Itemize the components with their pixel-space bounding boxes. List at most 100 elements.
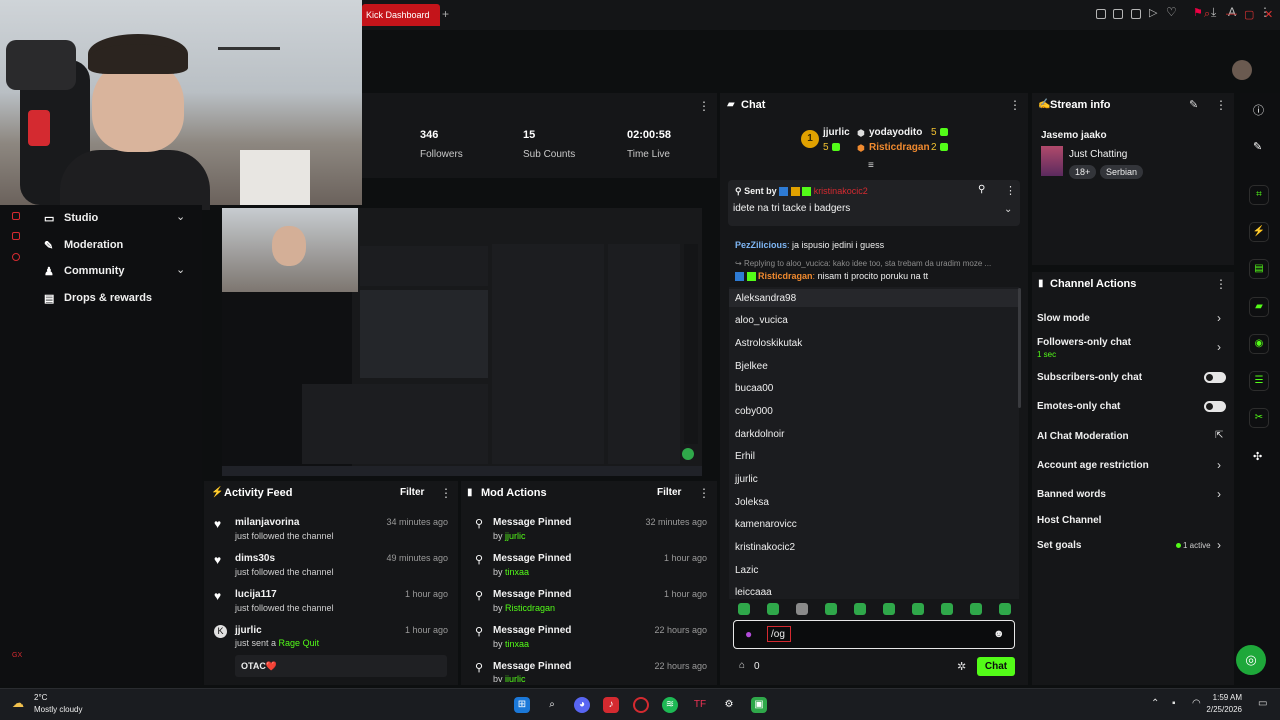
mod-username[interactable]: Risticdragan bbox=[505, 603, 555, 613]
chevron-down-icon[interactable]: ⌄ bbox=[176, 210, 185, 223]
chat-username[interactable]: Risticdragan bbox=[758, 271, 813, 281]
action-host-channel[interactable]: Host Channel bbox=[1037, 515, 1101, 526]
weather-icon[interactable]: ☁ bbox=[12, 696, 24, 710]
scrollbar[interactable] bbox=[1018, 288, 1021, 408]
rail-broadcast-icon[interactable]: ◉ bbox=[1249, 334, 1269, 354]
pencil-icon[interactable]: ✎ bbox=[1253, 140, 1262, 153]
chevron-right-icon[interactable]: › bbox=[1217, 487, 1221, 501]
feed-username[interactable]: jjurlic bbox=[235, 625, 262, 636]
more-icon[interactable]: ⋮ bbox=[698, 99, 710, 113]
rail-bolt-icon[interactable]: ⚡ bbox=[1249, 222, 1269, 242]
expand-icon[interactable]: ≡ bbox=[868, 160, 874, 171]
gear-icon[interactable]: ✲ bbox=[957, 660, 966, 673]
emote-icon[interactable] bbox=[796, 603, 808, 615]
unpin-icon[interactable]: ⚲ bbox=[978, 184, 985, 195]
notification-icon[interactable]: ▭ bbox=[1258, 698, 1267, 709]
info-icon[interactable]: ⓘ bbox=[1253, 102, 1264, 118]
more-icon[interactable]: ⋮ bbox=[1005, 184, 1016, 197]
more-icon[interactable]: ⋮ bbox=[1215, 98, 1227, 112]
extension-icon[interactable] bbox=[1131, 9, 1141, 19]
play-icon[interactable]: ▷ bbox=[1149, 6, 1157, 19]
more-icon[interactable]: ⋮ bbox=[440, 486, 452, 500]
rail-capture-icon[interactable]: ⌗ bbox=[1249, 185, 1269, 205]
discord-icon[interactable]: ◕ bbox=[574, 697, 590, 713]
pinned-sender[interactable]: kristinakocic2 bbox=[814, 186, 868, 196]
feed-username[interactable]: lucija117 bbox=[235, 589, 277, 600]
support-button[interactable]: ◎ bbox=[1236, 645, 1266, 675]
action-banned-words[interactable]: Banned words bbox=[1037, 489, 1106, 500]
mention-item[interactable]: Aleksandra98 bbox=[735, 293, 796, 304]
feed-username[interactable]: dims30s bbox=[235, 553, 275, 564]
app-icon[interactable]: TF bbox=[692, 697, 708, 713]
emote-icon[interactable] bbox=[854, 603, 866, 615]
leaderboard-user[interactable]: Risticdragan bbox=[869, 142, 930, 153]
steam-icon[interactable]: ⚙ bbox=[721, 697, 737, 713]
activity-filter-button[interactable]: Filter bbox=[400, 487, 424, 498]
stream-tag[interactable]: Serbian bbox=[1100, 165, 1144, 179]
minimize-icon[interactable]: — bbox=[1226, 8, 1237, 20]
emote-icon[interactable] bbox=[970, 603, 982, 615]
mod-username[interactable]: jjurlic bbox=[505, 674, 526, 682]
stream-category[interactable]: Just Chatting bbox=[1069, 149, 1127, 160]
mod-username[interactable]: jjurlic bbox=[505, 531, 526, 541]
subscribers-only-toggle[interactable] bbox=[1204, 372, 1226, 383]
tray-icon[interactable]: ▪ bbox=[1172, 698, 1176, 709]
chevron-right-icon[interactable]: › bbox=[1217, 458, 1221, 472]
mention-item[interactable]: Joleksa bbox=[735, 497, 769, 508]
emote-icon[interactable] bbox=[738, 603, 750, 615]
extension-icon[interactable] bbox=[1096, 9, 1106, 19]
category-thumbnail[interactable] bbox=[1041, 146, 1063, 176]
mention-item[interactable]: leiccaaa bbox=[735, 587, 772, 598]
sidebar-tool-icon[interactable] bbox=[12, 232, 20, 240]
emote-icon[interactable] bbox=[941, 603, 953, 615]
emote-icon[interactable] bbox=[825, 603, 837, 615]
action-slow-mode[interactable]: Slow mode bbox=[1037, 313, 1090, 324]
bookmark-icon[interactable]: ⚑ bbox=[1193, 6, 1203, 19]
chevron-down-icon[interactable]: ⌄ bbox=[176, 263, 185, 276]
rail-layout-icon[interactable]: ☰ bbox=[1249, 371, 1269, 391]
feed-username[interactable]: milanjavorina bbox=[235, 517, 299, 528]
stream-tag[interactable]: 18+ bbox=[1069, 165, 1097, 179]
mention-item[interactable]: Erhil bbox=[735, 451, 755, 462]
points-icon[interactable]: ⌂ bbox=[739, 660, 745, 671]
avatar[interactable] bbox=[1232, 60, 1252, 80]
emote-icon[interactable] bbox=[883, 603, 895, 615]
mention-item[interactable]: jjurlic bbox=[735, 474, 758, 485]
mention-item[interactable]: Lazic bbox=[735, 565, 758, 576]
chevron-right-icon[interactable]: › bbox=[1217, 311, 1221, 325]
chat-send-button[interactable]: Chat bbox=[977, 657, 1015, 676]
mention-item[interactable]: bucaa00 bbox=[735, 383, 773, 394]
mod-username[interactable]: tinxaa bbox=[505, 639, 529, 649]
mention-item[interactable]: kristinakocic2 bbox=[735, 542, 795, 553]
action-subscribers-only[interactable]: Subscribers-only chat bbox=[1037, 372, 1142, 383]
mention-item[interactable]: aloo_vucica bbox=[735, 315, 788, 326]
chevron-right-icon[interactable]: › bbox=[1217, 340, 1221, 354]
mention-item[interactable]: coby000 bbox=[735, 406, 773, 417]
mention-item[interactable]: darkdolnoir bbox=[735, 429, 784, 440]
emote-icon[interactable] bbox=[912, 603, 924, 615]
rail-wrench-icon[interactable]: ✂ bbox=[1249, 408, 1269, 428]
more-icon[interactable]: ⋮ bbox=[1009, 98, 1021, 112]
chevron-down-icon[interactable]: ⌄ bbox=[1004, 204, 1012, 215]
sidebar-footer-icon[interactable]: GX bbox=[12, 652, 22, 659]
clock-time[interactable]: 1:59 AM bbox=[1206, 693, 1242, 702]
action-emotes-only[interactable]: Emotes-only chat bbox=[1037, 401, 1120, 412]
emote-icon[interactable] bbox=[767, 603, 779, 615]
action-set-goals[interactable]: Set goals bbox=[1037, 540, 1081, 551]
action-account-age[interactable]: Account age restriction bbox=[1037, 460, 1149, 471]
mod-username[interactable]: tinxaa bbox=[505, 567, 529, 577]
sidebar-tool-icon[interactable] bbox=[12, 253, 20, 261]
leaderboard-user[interactable]: yodayodito bbox=[869, 127, 922, 138]
clock-date[interactable]: 2/25/2026 bbox=[1206, 705, 1242, 714]
emotes-only-toggle[interactable] bbox=[1204, 401, 1226, 412]
maximize-icon[interactable]: ▢ bbox=[1244, 8, 1254, 21]
chevron-right-icon[interactable]: › bbox=[1217, 538, 1221, 552]
search-icon[interactable]: ⌕ bbox=[544, 697, 560, 713]
opera-icon[interactable] bbox=[633, 697, 649, 713]
external-link-icon[interactable]: ⇱ bbox=[1215, 430, 1223, 441]
action-ai-moderation[interactable]: AI Chat Moderation bbox=[1037, 431, 1129, 442]
download-icon[interactable]: ⤓ bbox=[1211, 5, 1216, 20]
more-icon[interactable]: ⋮ bbox=[698, 486, 710, 500]
apps-icon[interactable]: ✣ bbox=[1253, 450, 1262, 463]
mention-item[interactable]: kamenarovicc bbox=[735, 519, 797, 530]
